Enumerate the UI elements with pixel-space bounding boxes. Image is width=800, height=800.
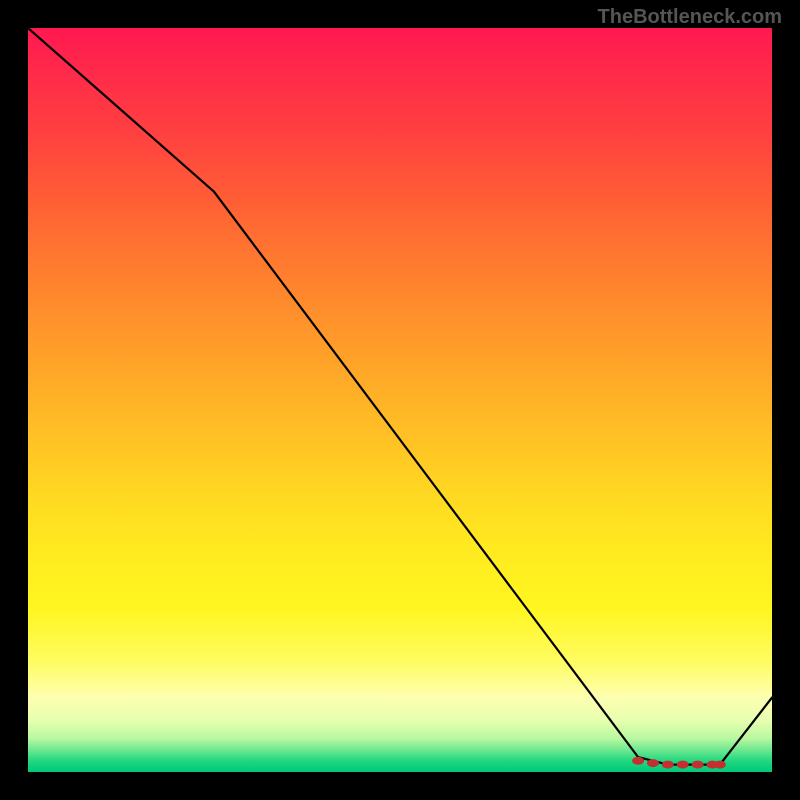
watermark-text: TheBottleneck.com	[598, 6, 782, 29]
line-series	[28, 28, 772, 765]
marker-dot	[677, 761, 689, 769]
marker-dot	[692, 761, 704, 769]
chart-svg	[28, 28, 772, 772]
plot-area	[28, 28, 772, 772]
marker-dot	[662, 761, 674, 769]
chart-container: TheBottleneck.com	[0, 0, 800, 800]
marker-dot	[632, 757, 644, 765]
marker-dot	[714, 761, 726, 769]
marker-dot	[647, 759, 659, 767]
